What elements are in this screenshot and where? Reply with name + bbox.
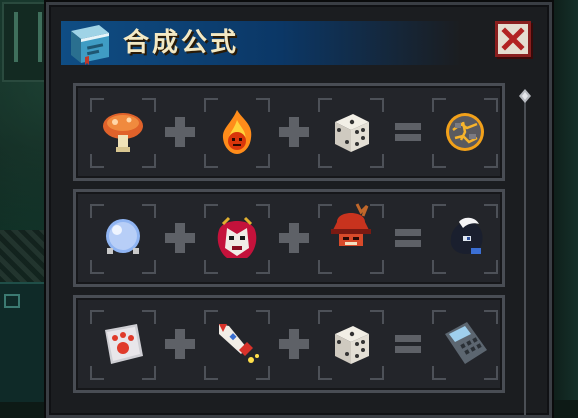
plus-operator: [274, 112, 314, 152]
result-slot[interactable]: [432, 204, 498, 274]
ingredient-slot[interactable]: [90, 98, 156, 168]
background-chain: [0, 230, 48, 290]
demon-mask-icon: [217, 216, 257, 258]
window-title: 合成公式: [123, 28, 240, 58]
plus-icon: [165, 223, 195, 253]
background-side-panel: [0, 282, 44, 402]
plus-operator: [160, 218, 200, 258]
background-rune-pillar: [2, 2, 50, 82]
plus-operator: [160, 324, 200, 364]
dice-icon: [335, 114, 369, 152]
samurai-helmet-icon: [331, 203, 371, 246]
close-button[interactable]: [495, 21, 531, 57]
result-slot[interactable]: [432, 310, 498, 380]
close-icon: [501, 27, 525, 51]
title-bar: [61, 21, 461, 65]
mushroom-icon: [103, 113, 143, 152]
equals-operator: [388, 112, 428, 152]
scrollbar-track: [524, 91, 526, 415]
paw-print-card-icon: [105, 324, 143, 364]
background-right-wall: [550, 0, 578, 400]
ingredient-slot[interactable]: [318, 98, 384, 168]
plus-icon: [279, 117, 309, 147]
scrollbar-thumb[interactable]: [519, 89, 531, 103]
ingredient-slot[interactable]: [318, 310, 384, 380]
equals-icon: [395, 229, 421, 247]
dice-icon: [335, 326, 369, 364]
plus-icon: [165, 117, 195, 147]
equals-operator: [388, 218, 428, 258]
calculator-icon: [445, 322, 487, 364]
crystal-orb-icon: [106, 219, 140, 254]
synthesis-recipe-window: 合成公式: [46, 2, 552, 418]
plus-operator: [160, 112, 200, 152]
recipe-scrollbar[interactable]: [519, 79, 531, 415]
ingredient-slot[interactable]: [204, 204, 270, 274]
recipe-row[interactable]: [73, 295, 505, 393]
ingredient-slot[interactable]: [318, 203, 384, 274]
equals-operator: [388, 324, 428, 364]
plus-icon: [165, 329, 195, 359]
fire-spirit-icon: [222, 110, 252, 154]
plus-icon: [279, 329, 309, 359]
equals-icon: [395, 335, 421, 353]
ingredient-slot[interactable]: [90, 310, 156, 380]
result-slot[interactable]: [432, 98, 498, 168]
ingredient-slot[interactable]: [204, 98, 270, 168]
plus-operator: [274, 324, 314, 364]
equals-icon: [395, 123, 421, 141]
magma-orb-icon: [446, 113, 484, 151]
plus-operator: [274, 218, 314, 258]
rocket-icon: [219, 324, 259, 364]
plus-icon: [279, 223, 309, 253]
book-icon: [71, 25, 109, 65]
recipe-row[interactable]: [73, 83, 505, 181]
recipe-row[interactable]: [73, 189, 505, 287]
ingredient-slot[interactable]: [90, 204, 156, 274]
ingredient-slot[interactable]: [204, 310, 270, 380]
hooded-spirit-icon: [450, 217, 483, 254]
